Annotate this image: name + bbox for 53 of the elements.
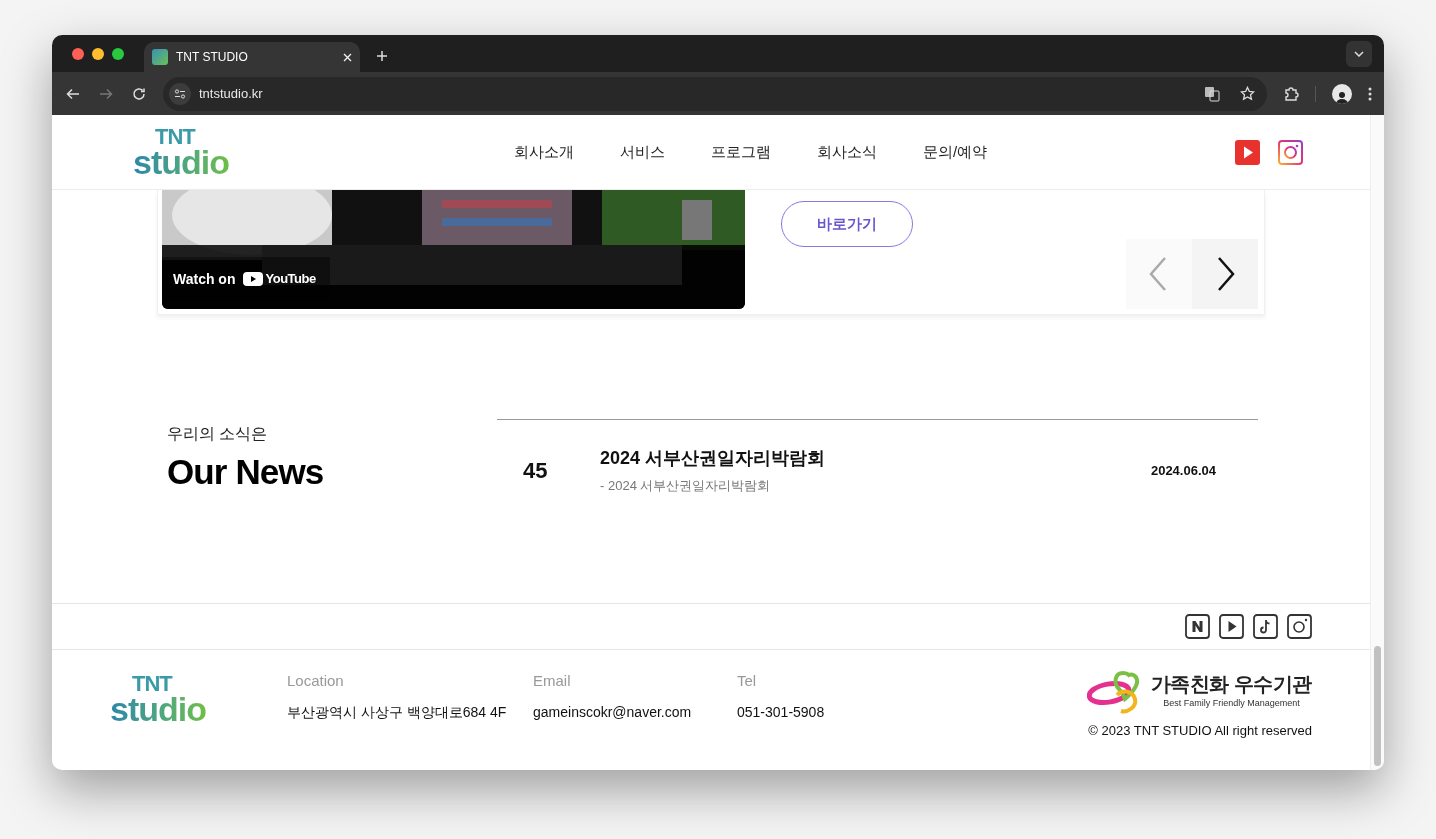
close-window-icon[interactable]	[72, 47, 84, 60]
next-slide-button[interactable]	[1192, 239, 1258, 309]
news-summary: - 2024 서부산권일자리박람회	[600, 477, 772, 495]
tiktok-icon[interactable]	[1253, 614, 1278, 639]
naver-icon[interactable]	[1185, 614, 1210, 639]
instagram-icon[interactable]	[1287, 614, 1312, 639]
close-tab-icon[interactable]	[343, 52, 352, 62]
logo-text: TNT	[132, 674, 172, 694]
logo-text: TNT	[155, 126, 195, 147]
address-bar[interactable]: tntstudio.kr	[163, 76, 1267, 111]
youtube-play-icon[interactable]	[1235, 139, 1260, 165]
section-title: Our News	[167, 451, 325, 493]
new-tab-icon[interactable]	[376, 50, 388, 62]
reload-icon[interactable]	[131, 85, 147, 102]
nav-link[interactable]: 회사소개	[514, 140, 574, 164]
certification-subtitle: Best Family Friendly Management	[1163, 696, 1300, 710]
nav-link[interactable]: 서비스	[620, 140, 665, 164]
favicon-icon	[152, 49, 168, 65]
youtube-wordmark: YouTube	[265, 270, 316, 289]
scrollbar[interactable]	[1370, 115, 1384, 770]
site-settings-icon[interactable]	[169, 82, 191, 105]
news-number: 45	[522, 456, 549, 485]
news-title[interactable]: 2024 서부산권일자리박람회	[600, 445, 1151, 472]
play-icon[interactable]	[1219, 614, 1244, 639]
section-subtitle: 우리의 소식은	[167, 424, 269, 444]
news-date: 2024.06.04	[1150, 461, 1216, 480]
maximize-window-icon[interactable]	[112, 47, 124, 60]
certification-title: 가족친화 우수기관	[1150, 673, 1312, 694]
minimize-window-icon[interactable]	[92, 47, 104, 60]
video-thumbnail[interactable]: Watch on YouTube	[162, 190, 745, 309]
browser-tab[interactable]: TNT STUDIO	[144, 42, 360, 72]
url-text: tntstudio.kr	[199, 84, 263, 103]
shortcut-button[interactable]: 바로가기	[781, 201, 913, 247]
more-menu-icon[interactable]	[1368, 86, 1372, 101]
nav-link[interactable]: 회사소식	[817, 140, 877, 164]
nav-link[interactable]: 프로그램	[711, 140, 771, 164]
contact-label: Location	[287, 671, 345, 691]
contact-value: 051-301-5908	[737, 702, 826, 722]
copyright-text: © 2023 TNT STUDIO All right reserved	[1088, 722, 1312, 740]
translate-icon[interactable]	[1204, 85, 1220, 102]
youtube-logo[interactable]: YouTube	[243, 269, 316, 289]
nav-link[interactable]: 문의/예약	[923, 140, 988, 164]
contact-value: gameinscokr@naver.com	[533, 702, 693, 722]
extensions-icon[interactable]	[1283, 85, 1299, 102]
tab-list-icon[interactable]	[1346, 41, 1372, 67]
play-icon	[243, 272, 264, 286]
tab-title: TNT STUDIO	[176, 49, 249, 66]
bookmark-star-icon[interactable]	[1240, 86, 1255, 101]
contact-value: 부산광역시 사상구 백양대로684 4F	[287, 702, 508, 722]
contact-label: Tel	[737, 671, 758, 691]
watch-on-text[interactable]: Watch on	[173, 268, 236, 290]
contact-label: Email	[533, 671, 572, 691]
profile-icon[interactable]	[1332, 83, 1352, 104]
